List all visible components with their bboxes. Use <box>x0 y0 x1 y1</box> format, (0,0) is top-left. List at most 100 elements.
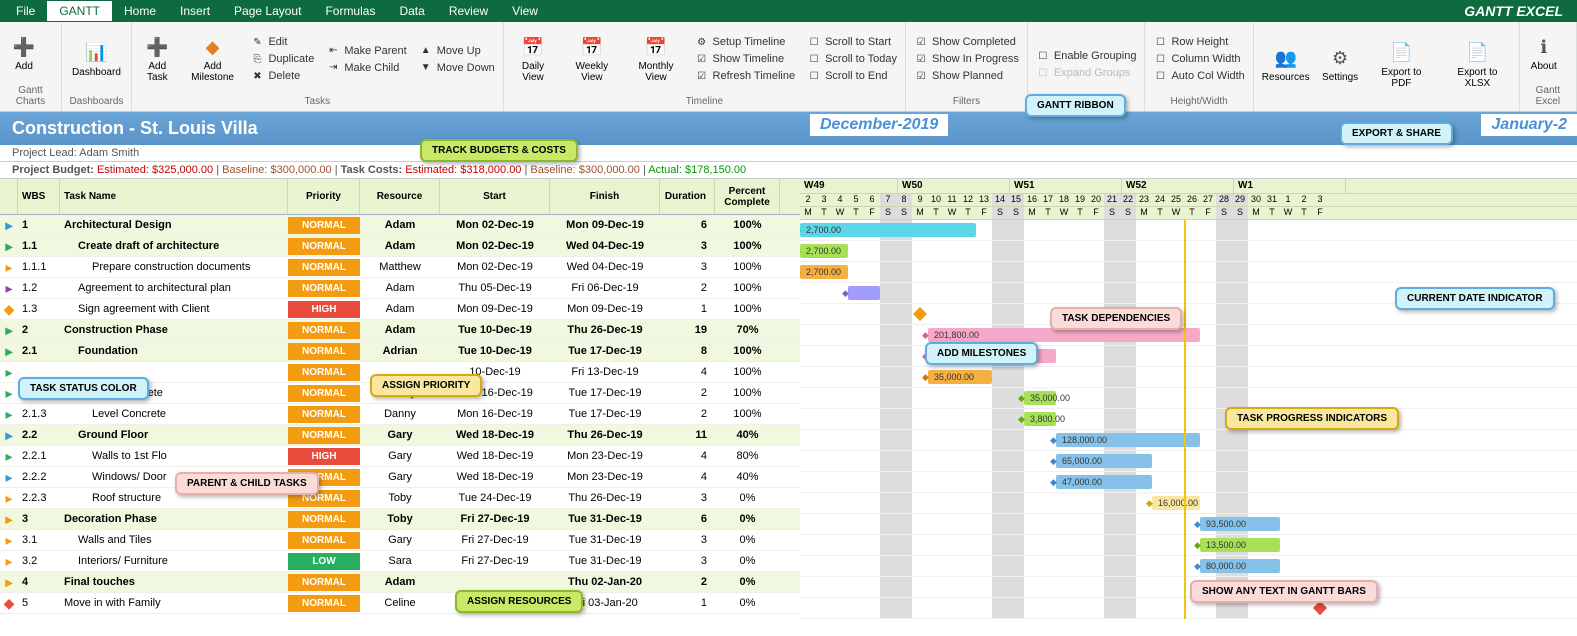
percent-cell[interactable]: 80% <box>715 450 780 462</box>
duration-cell[interactable]: 1 <box>660 597 715 609</box>
percent-cell[interactable]: 100% <box>715 261 780 273</box>
task-row[interactable]: ▸ 3.1 Walls and Tiles NORMAL Gary Fri 27… <box>0 530 800 551</box>
task-name-cell[interactable]: Final touches <box>60 576 288 588</box>
daily-view-button[interactable]: 📅Daily View <box>508 33 559 85</box>
resource-cell[interactable]: Adam <box>360 303 440 315</box>
col-resource[interactable]: Resource <box>360 179 440 214</box>
tab-data[interactable]: Data <box>387 1 436 21</box>
gantt-bar[interactable]: ◆47,000.00 <box>1056 475 1152 489</box>
duration-cell[interactable]: 2 <box>660 282 715 294</box>
gantt-bar[interactable]: ◆80,000.00 <box>1200 559 1280 573</box>
gantt-bar[interactable]: ◆2,700.00 <box>800 223 976 237</box>
priority-cell[interactable]: NORMAL <box>288 217 360 234</box>
percent-cell[interactable]: 0% <box>715 597 780 609</box>
duration-cell[interactable]: 2 <box>660 387 715 399</box>
start-cell[interactable]: Tue 10-Dec-19 <box>440 345 550 357</box>
finish-cell[interactable]: Mon 23-Dec-19 <box>550 471 660 483</box>
scroll-end-item[interactable]: ☐ Scroll to End <box>803 68 901 84</box>
gantt-bar[interactable]: ◆65,000.00 <box>1056 454 1152 468</box>
task-name-cell[interactable]: Walls and Tiles <box>60 534 288 546</box>
task-row[interactable]: ▸ 1.2 Agreement to architectural plan NO… <box>0 278 800 299</box>
tab-page-layout[interactable]: Page Layout <box>222 1 313 21</box>
col-priority[interactable]: Priority <box>288 179 360 214</box>
task-row[interactable]: ▸ 3 Decoration Phase NORMAL Toby Fri 27-… <box>0 509 800 530</box>
start-cell[interactable]: Thu 05-Dec-19 <box>440 282 550 294</box>
resource-cell[interactable]: Gary <box>360 429 440 441</box>
column-width-item[interactable]: ☐ Column Width <box>1149 51 1248 67</box>
resource-cell[interactable]: Adam <box>360 219 440 231</box>
add-task-button[interactable]: ➕Add Task <box>136 33 179 85</box>
resource-cell[interactable]: Danny <box>360 408 440 420</box>
percent-cell[interactable]: 0% <box>715 513 780 525</box>
start-cell[interactable]: Wed 18-Dec-19 <box>440 471 550 483</box>
task-row[interactable]: ▸ 1.1 Create draft of architecture NORMA… <box>0 236 800 257</box>
monthly-view-button[interactable]: 📅Monthly View <box>625 33 686 85</box>
start-cell[interactable]: Tue 10-Dec-19 <box>440 324 550 336</box>
dashboard-button[interactable]: 📊Dashboard <box>66 39 127 80</box>
resource-cell[interactable]: Adam <box>360 240 440 252</box>
task-row[interactable]: ▸ 2.1.3 Level Concrete NORMAL Danny Mon … <box>0 404 800 425</box>
finish-cell[interactable]: Thu 26-Dec-19 <box>550 324 660 336</box>
tab-review[interactable]: Review <box>437 1 500 21</box>
finish-cell[interactable]: Thu 26-Dec-19 <box>550 429 660 441</box>
settings-button[interactable]: ⚙Settings <box>1318 44 1363 85</box>
start-cell[interactable]: Fri 27-Dec-19 <box>440 534 550 546</box>
task-name-cell[interactable]: Interiors/ Furniture <box>60 555 288 567</box>
task-row[interactable]: ▸ 2.2.2 Windows/ Door NORMAL Gary Wed 18… <box>0 467 800 488</box>
gantt-bar[interactable]: ◆2,700.00 <box>800 265 848 279</box>
duration-cell[interactable]: 4 <box>660 450 715 462</box>
make-child-item[interactable]: ⇥Make Child <box>322 60 410 76</box>
scroll-start-item[interactable]: ☐ Scroll to Start <box>803 34 901 50</box>
col-wbs[interactable]: WBS <box>18 179 60 214</box>
priority-cell[interactable]: NORMAL <box>288 385 360 402</box>
finish-cell[interactable]: Mon 09-Dec-19 <box>550 303 660 315</box>
resource-cell[interactable]: Adam <box>360 324 440 336</box>
tab-home[interactable]: Home <box>112 1 168 21</box>
duration-cell[interactable]: 11 <box>660 429 715 441</box>
export-pdf-button[interactable]: 📄Export to PDF <box>1367 39 1437 91</box>
percent-cell[interactable]: 0% <box>715 492 780 504</box>
finish-cell[interactable]: Tue 17-Dec-19 <box>550 387 660 399</box>
finish-cell[interactable]: Thu 02-Jan-20 <box>550 576 660 588</box>
start-cell[interactable]: Fri 27-Dec-19 <box>440 513 550 525</box>
task-name-cell[interactable]: Architectural Design <box>60 219 288 231</box>
enable-grouping-item[interactable]: ☐ Enable Grouping <box>1032 48 1141 64</box>
gantt-bar[interactable]: ◆13,500.00 <box>1200 538 1280 552</box>
duration-cell[interactable]: 6 <box>660 219 715 231</box>
task-row[interactable]: ▸ 1.1.1 Prepare construction documents N… <box>0 257 800 278</box>
task-row[interactable]: ▸ 2.1 Foundation NORMAL Adrian Tue 10-De… <box>0 341 800 362</box>
priority-cell[interactable]: NORMAL <box>288 259 360 276</box>
col-name[interactable]: Task Name <box>60 179 288 214</box>
duplicate-item[interactable]: ⎘Duplicate <box>246 51 318 67</box>
finish-cell[interactable]: Tue 17-Dec-19 <box>550 345 660 357</box>
percent-cell[interactable]: 100% <box>715 303 780 315</box>
task-name-cell[interactable]: Construction Phase <box>60 324 288 336</box>
task-name-cell[interactable]: Create draft of architecture <box>60 240 288 252</box>
resource-cell[interactable]: Gary <box>360 534 440 546</box>
priority-cell[interactable]: HIGH <box>288 448 360 465</box>
percent-cell[interactable]: 100% <box>715 282 780 294</box>
priority-cell[interactable]: NORMAL <box>288 406 360 423</box>
priority-cell[interactable]: LOW <box>288 553 360 570</box>
setup-timeline-item[interactable]: ⚙Setup Timeline <box>691 34 800 50</box>
priority-cell[interactable]: NORMAL <box>288 574 360 591</box>
finish-cell[interactable]: Wed 04-Dec-19 <box>550 261 660 273</box>
edit-item[interactable]: ✎Edit <box>246 34 318 50</box>
add-chart-button[interactable]: ➕Add <box>4 33 44 74</box>
gantt-bar[interactable]: ◆35,000.00 <box>1024 391 1056 405</box>
task-row[interactable]: ▸ 2 Construction Phase NORMAL Adam Tue 1… <box>0 320 800 341</box>
task-name-cell[interactable]: Agreement to architectural plan <box>60 282 288 294</box>
finish-cell[interactable]: Mon 23-Dec-19 <box>550 450 660 462</box>
duration-cell[interactable]: 1 <box>660 303 715 315</box>
about-button[interactable]: ℹAbout <box>1524 33 1564 74</box>
gantt-bar[interactable]: ◆ <box>848 286 880 300</box>
finish-cell[interactable]: Tue 31-Dec-19 <box>550 513 660 525</box>
percent-cell[interactable]: 40% <box>715 471 780 483</box>
scroll-today-item[interactable]: ☐ Scroll to Today <box>803 51 901 67</box>
task-name-cell[interactable]: Move in with Family <box>60 597 288 609</box>
task-row[interactable]: ▸ 2.2.1 Walls to 1st Flo HIGH Gary Wed 1… <box>0 446 800 467</box>
task-name-cell[interactable]: Foundation <box>60 345 288 357</box>
auto-col-width-item[interactable]: ☐ Auto Col Width <box>1149 68 1248 84</box>
col-percent[interactable]: Percent Complete <box>715 179 780 214</box>
task-name-cell[interactable]: Walls to 1st Flo <box>60 450 288 462</box>
